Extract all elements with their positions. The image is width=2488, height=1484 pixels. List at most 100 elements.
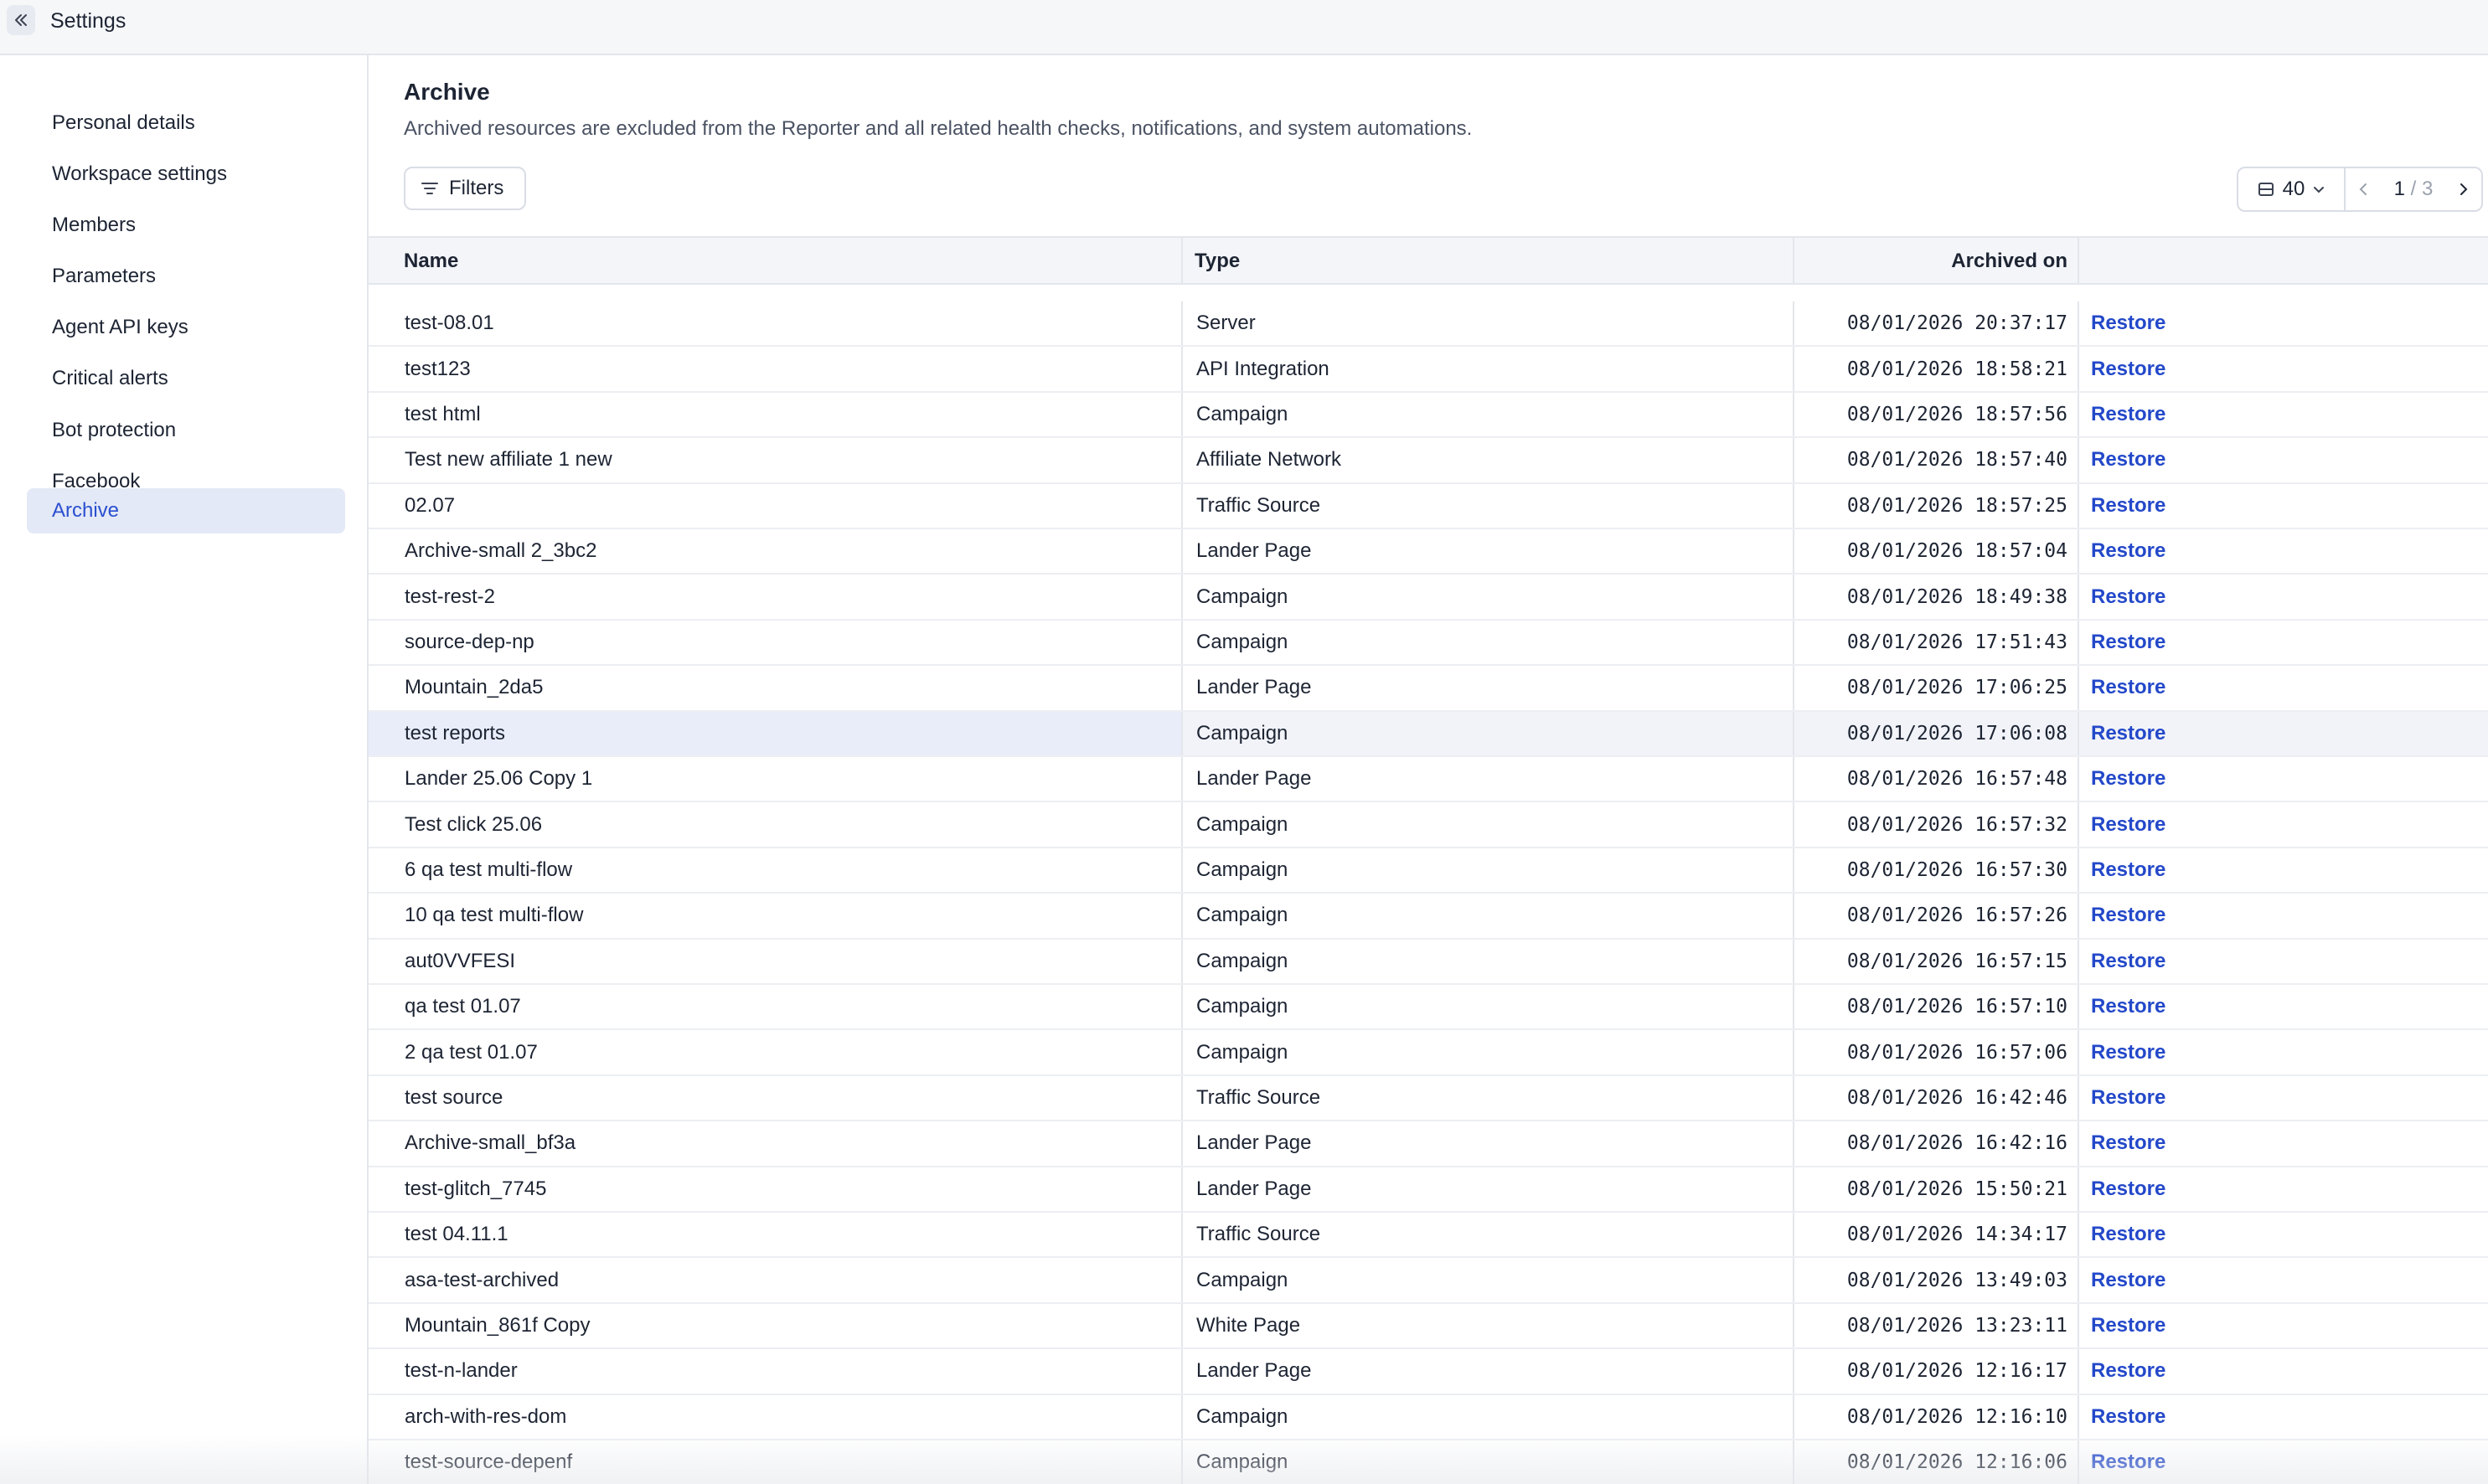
- cell-name-text: Test new affiliate 1 new: [405, 448, 612, 471]
- cell-archived-on-text: 08/01/2026 16:57:10: [1846, 996, 2067, 1018]
- sidebar-item-personal-details[interactable]: Personal details: [27, 100, 345, 146]
- cell-archived-on: 08/01/2026 16:57:15: [1793, 939, 2078, 983]
- restore-button[interactable]: Restore: [2091, 995, 2165, 1018]
- restore-button[interactable]: Restore: [2091, 1041, 2165, 1064]
- table-row[interactable]: 2 qa test 01.07 Campaign 08/01/2026 16:57:…: [369, 1030, 2488, 1076]
- table-row[interactable]: Mountain_861f Copy White Page 08/01/2026 1…: [369, 1303, 2488, 1350]
- cell-action: Restore: [2078, 666, 2488, 710]
- cell-archived-on-text: 08/01/2026 12:16:06: [1846, 1451, 2067, 1474]
- cell-type-text: Campaign: [1196, 904, 1288, 927]
- restore-button[interactable]: Restore: [2091, 1131, 2165, 1155]
- restore-button[interactable]: Restore: [2091, 312, 2165, 335]
- column-header-name[interactable]: Name: [404, 238, 458, 285]
- column-header-archived-on[interactable]: Archived on: [1793, 238, 2067, 285]
- rows-per-page-select[interactable]: 40: [2238, 168, 2346, 210]
- cell-name-text: Test click 25.06: [405, 812, 543, 836]
- cell-name: test-source-depenf: [369, 1440, 1181, 1484]
- rows-icon: [2258, 183, 2274, 196]
- table-row[interactable]: test-rest-2 Campaign 08/01/2026 18:49:38 Re…: [369, 575, 2488, 621]
- restore-button[interactable]: Restore: [2091, 1223, 2165, 1246]
- sidebar-item-critical-alerts[interactable]: Critical alerts: [27, 356, 345, 401]
- chevron-right-icon[interactable]: [2458, 182, 2470, 197]
- sidebar-item-archive[interactable]: Archive: [27, 488, 345, 533]
- sidebar-item-bot-protection[interactable]: Bot protection: [27, 408, 345, 453]
- table-row[interactable]: qa test 01.07 Campaign 08/01/2026 16:57:10…: [369, 985, 2488, 1031]
- sidebar-item-members[interactable]: Members: [27, 203, 345, 248]
- cell-archived-on: 08/01/2026 12:16:10: [1793, 1394, 2078, 1439]
- restore-button[interactable]: Restore: [2091, 904, 2165, 927]
- cell-archived-on-text: 08/01/2026 16:57:15: [1846, 950, 2067, 972]
- table-row[interactable]: test-source-depenf Campaign 08/01/2026 12:…: [369, 1440, 2488, 1484]
- cell-archived-on-text: 08/01/2026 20:37:17: [1846, 312, 2067, 335]
- table-row[interactable]: test 04.11.1 Traffic Source 08/01/2026 14:…: [369, 1213, 2488, 1259]
- table-row[interactable]: test-glitch_7745 Lander Page 08/01/2026 15…: [369, 1167, 2488, 1213]
- restore-button[interactable]: Restore: [2091, 1451, 2165, 1474]
- chevron-left-icon[interactable]: [2357, 182, 2369, 197]
- restore-button[interactable]: Restore: [2091, 1314, 2165, 1337]
- cell-type-text: White Page: [1196, 1313, 1301, 1337]
- cell-archived-on-text: 08/01/2026 16:57:30: [1846, 858, 2067, 881]
- table-row[interactable]: 02.07 Traffic Source 08/01/2026 18:57:25 Re…: [369, 483, 2488, 529]
- restore-button[interactable]: Restore: [2091, 539, 2165, 563]
- page-separator: /: [2410, 178, 2417, 200]
- table-row[interactable]: test-n-lander Lander Page 08/01/2026 12:16…: [369, 1349, 2488, 1395]
- restore-button[interactable]: Restore: [2091, 722, 2165, 745]
- sidebar-item-agent-api-keys[interactable]: Agent API keys: [27, 305, 345, 350]
- table-row[interactable]: test-08.01 Server 08/01/2026 20:37:17 Resto…: [369, 301, 2488, 348]
- filters-button[interactable]: Filters: [404, 167, 526, 210]
- restore-button[interactable]: Restore: [2091, 950, 2165, 973]
- restore-button[interactable]: Restore: [2091, 585, 2165, 609]
- cell-action: Restore: [2078, 1121, 2488, 1166]
- cell-name-text: test-rest-2: [405, 585, 496, 608]
- table-row[interactable]: test123 API Integration 08/01/2026 18:58:2…: [369, 347, 2488, 393]
- cell-archived-on: 08/01/2026 18:57:04: [1793, 529, 2078, 574]
- sidebar-item-parameters[interactable]: Parameters: [27, 254, 345, 299]
- table-row[interactable]: asa-test-archived Campaign 08/01/2026 13:4…: [369, 1258, 2488, 1304]
- cell-archived-on-text: 08/01/2026 15:50:21: [1846, 1177, 2067, 1200]
- restore-button[interactable]: Restore: [2091, 1086, 2165, 1110]
- table-row[interactable]: 6 qa test multi-flow Campaign 08/01/2026 1…: [369, 848, 2488, 894]
- collapse-sidebar-button[interactable]: [7, 5, 35, 35]
- cell-type: Traffic Source: [1181, 1075, 1793, 1121]
- restore-button[interactable]: Restore: [2091, 403, 2165, 426]
- table-row[interactable]: Test new affiliate 1 new Affiliate Networ…: [369, 438, 2488, 484]
- table-row[interactable]: Archive-small 2_3bc2 Lander Page 08/01/202…: [369, 529, 2488, 575]
- cell-archived-on-text: 08/01/2026 13:23:11: [1846, 1314, 2067, 1337]
- table-row[interactable]: arch-with-res-dom Campaign 08/01/2026 12:1…: [369, 1394, 2488, 1440]
- filters-label: Filters: [449, 177, 504, 199]
- restore-button[interactable]: Restore: [2091, 448, 2165, 471]
- restore-button[interactable]: Restore: [2091, 631, 2165, 654]
- cell-name-text: Lander 25.06 Copy 1: [405, 767, 593, 791]
- cell-name-text: qa test 01.07: [405, 995, 521, 1018]
- cell-archived-on-text: 08/01/2026 14:34:17: [1846, 1224, 2067, 1246]
- table-row[interactable]: Archive-small_bf3a Lander Page 08/01/2026 …: [369, 1121, 2488, 1167]
- restore-button[interactable]: Restore: [2091, 1269, 2165, 1292]
- table-row[interactable]: source-dep-np Campaign 08/01/2026 17:51:43…: [369, 620, 2488, 667]
- table-row[interactable]: test source Traffic Source 08/01/2026 16:4…: [369, 1075, 2488, 1122]
- restore-button[interactable]: Restore: [2091, 494, 2165, 518]
- pagination-controls: 40 1 / 3: [2237, 167, 2483, 212]
- cell-action: Restore: [2078, 347, 2488, 391]
- restore-button[interactable]: Restore: [2091, 1359, 2165, 1383]
- restore-button[interactable]: Restore: [2091, 1405, 2165, 1429]
- cell-type-text: Lander Page: [1196, 1359, 1312, 1383]
- cell-name: test html: [369, 393, 1181, 436]
- restore-button[interactable]: Restore: [2091, 813, 2165, 837]
- table-row[interactable]: test reports Campaign 08/01/2026 17:06:08 R…: [369, 711, 2488, 757]
- cell-archived-on: 08/01/2026 20:37:17: [1793, 301, 2078, 346]
- table-row[interactable]: Test click 25.06 Campaign 08/01/2026 16:57…: [369, 802, 2488, 848]
- restore-button[interactable]: Restore: [2091, 858, 2165, 882]
- table-row[interactable]: Mountain_2da5 Lander Page 08/01/2026 17:06…: [369, 666, 2488, 712]
- restore-button[interactable]: Restore: [2091, 1177, 2165, 1201]
- table-row[interactable]: aut0VVFESI Campaign 08/01/2026 16:57:15 Res…: [369, 939, 2488, 985]
- sidebar-item-workspace-settings[interactable]: Workspace settings: [27, 152, 345, 197]
- restore-button[interactable]: Restore: [2091, 676, 2165, 699]
- cell-action: Restore: [2078, 894, 2488, 938]
- column-header-type[interactable]: Type: [1195, 238, 1240, 285]
- table-row[interactable]: test html Campaign 08/01/2026 18:57:56 Rest…: [369, 392, 2488, 439]
- restore-button[interactable]: Restore: [2091, 358, 2165, 381]
- restore-button[interactable]: Restore: [2091, 767, 2165, 791]
- table-row[interactable]: 10 qa test multi-flow Campaign 08/01/2026 …: [369, 894, 2488, 940]
- table-row[interactable]: Lander 25.06 Copy 1 Lander Page 08/01/2026…: [369, 757, 2488, 803]
- cell-name: qa test 01.07: [369, 985, 1181, 1028]
